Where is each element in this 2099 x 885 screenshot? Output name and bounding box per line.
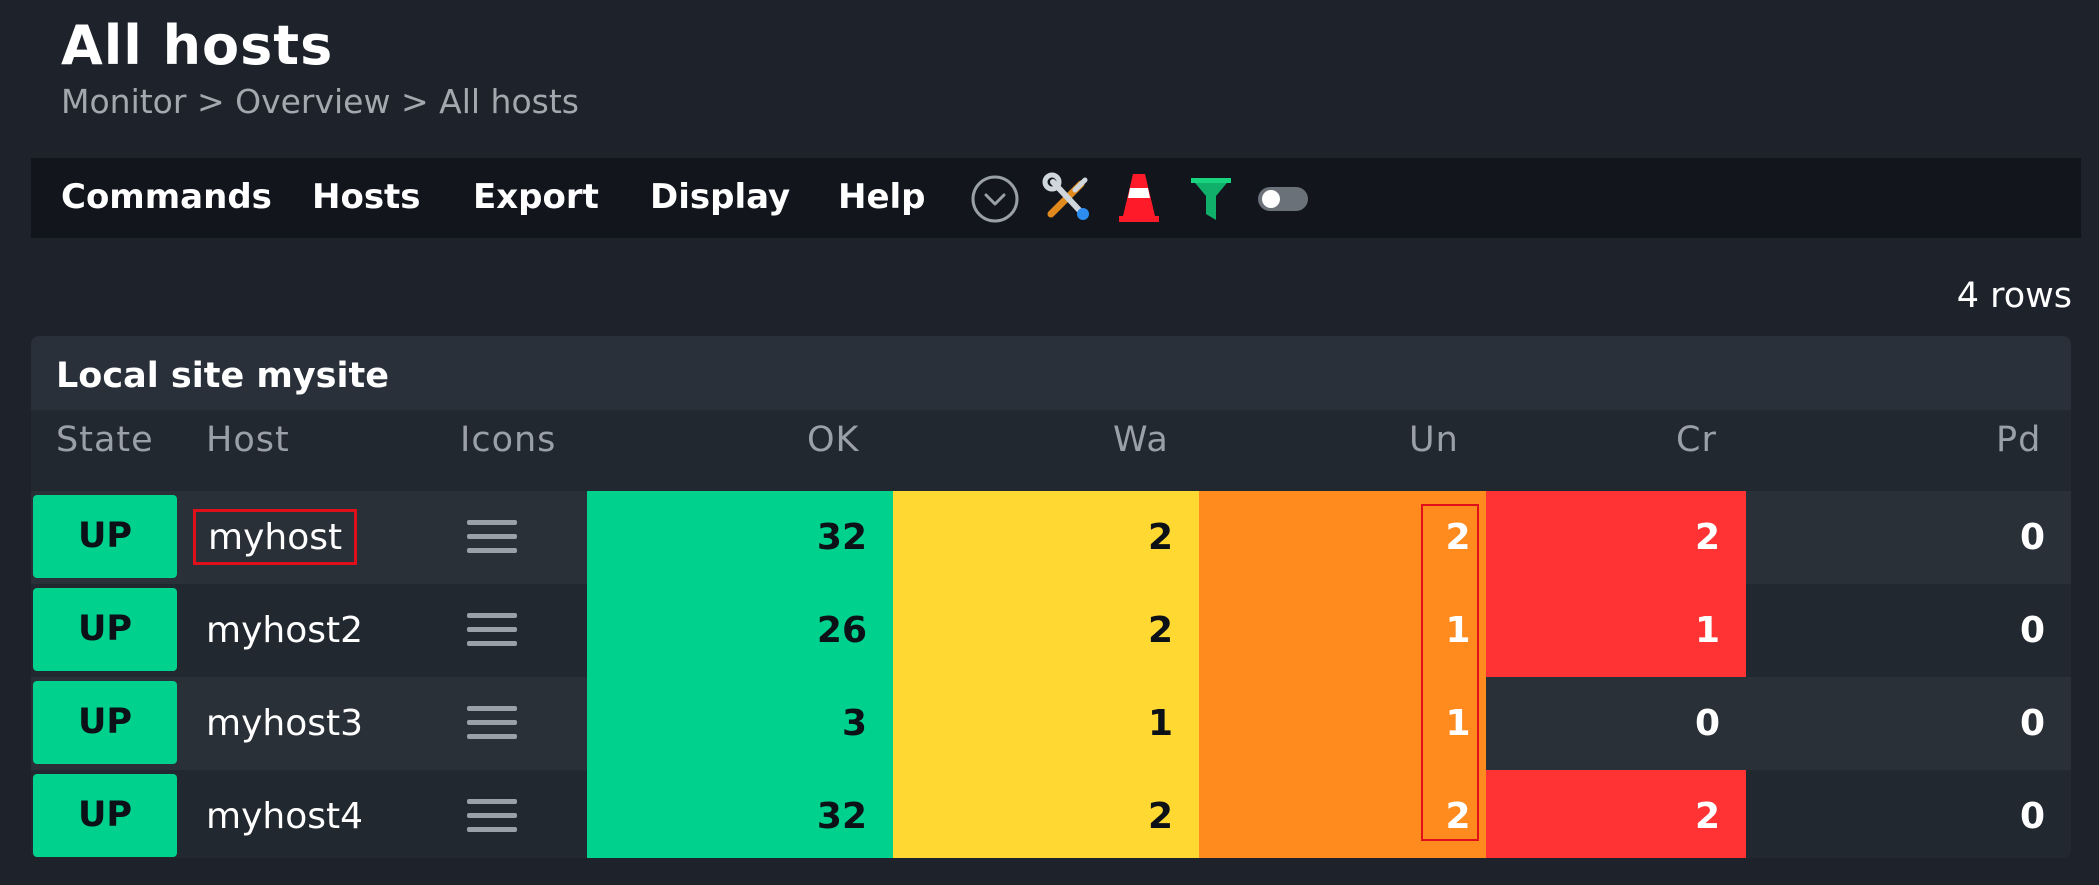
pending-count[interactable]: 0 [1746, 770, 2071, 858]
breadcrumb-monitor[interactable]: Monitor [61, 82, 186, 121]
row-count: 4 rows [1956, 276, 2072, 316]
traffic-cone-icon[interactable] [1117, 172, 1161, 224]
ok-count[interactable]: 32 [587, 770, 893, 858]
crit-count[interactable]: 2 [1486, 491, 1746, 584]
ok-count[interactable]: 32 [587, 491, 893, 584]
unknown-value: 2 [1445, 796, 1471, 837]
host-link[interactable]: myhost4 [206, 770, 363, 858]
menu-icon[interactable] [467, 797, 517, 835]
warn-count[interactable]: 1 [893, 677, 1199, 770]
unknown-count[interactable]: 1 [1199, 677, 1486, 770]
host-link[interactable]: myhost2 [206, 584, 363, 677]
column-header-unknown[interactable]: Un [1409, 420, 1459, 460]
column-header-crit[interactable]: Cr [1676, 420, 1717, 460]
menu-icon[interactable] [467, 611, 517, 649]
crit-count[interactable]: 0 [1486, 677, 1746, 770]
chevron-down-circle-icon[interactable] [970, 174, 1020, 224]
menu-display[interactable]: Display [650, 158, 790, 238]
state-badge[interactable]: UP [33, 774, 177, 857]
unknown-value: 1 [1445, 610, 1471, 651]
breadcrumb-all-hosts: All hosts [439, 82, 579, 121]
menu-icon[interactable] [467, 704, 517, 742]
ok-count[interactable]: 26 [587, 584, 893, 677]
warn-count[interactable]: 2 [893, 491, 1199, 584]
state-badge[interactable]: UP [33, 588, 177, 671]
pending-count[interactable]: 0 [1746, 491, 2071, 584]
table-row: UP myhost2 26 2 1 1 0 [31, 584, 2071, 677]
host-link[interactable]: myhost [193, 509, 358, 565]
pending-count[interactable]: 0 [1746, 584, 2071, 677]
crit-count[interactable]: 1 [1486, 584, 1746, 677]
state-badge[interactable]: UP [33, 681, 177, 764]
hosts-table: State Host Icons OK Wa Un Cr Pd UP myhos… [31, 410, 2071, 858]
column-header-warn[interactable]: Wa [1113, 420, 1169, 460]
menu-bar: Commands Hosts Export Display Help [31, 158, 2081, 238]
host-link[interactable]: myhost3 [206, 677, 363, 770]
menu-icon[interactable] [467, 518, 517, 556]
warn-count[interactable]: 2 [893, 770, 1199, 858]
pending-count[interactable]: 0 [1746, 677, 2071, 770]
unknown-count[interactable]: 2 [1199, 491, 1486, 584]
menu-commands[interactable]: Commands [61, 158, 272, 238]
unknown-count[interactable]: 1 [1199, 584, 1486, 677]
site-panel: Local site mysite State Host Icons OK Wa… [31, 336, 2071, 858]
unknown-value: 1 [1445, 703, 1471, 744]
column-header-icons: Icons [460, 420, 557, 460]
table-row: UP myhost 32 2 2 2 0 [31, 491, 2071, 584]
warn-count[interactable]: 2 [893, 584, 1199, 677]
column-header-ok[interactable]: OK [807, 420, 860, 460]
wrench-screwdriver-icon[interactable] [1041, 172, 1093, 224]
column-header-state[interactable]: State [56, 420, 154, 460]
unknown-value: 2 [1445, 517, 1471, 558]
breadcrumb: Monitor > Overview > All hosts [61, 82, 579, 121]
unknown-count[interactable]: 2 [1199, 770, 1486, 858]
column-header-host[interactable]: Host [206, 420, 290, 460]
breadcrumb-overview[interactable]: Overview [235, 82, 390, 121]
site-title: Local site mysite [56, 356, 389, 396]
filter-funnel-icon[interactable] [1189, 174, 1233, 224]
column-header-pending[interactable]: Pd [1996, 420, 2041, 460]
menu-export[interactable]: Export [473, 158, 599, 238]
ok-count[interactable]: 3 [587, 677, 893, 770]
table-row: UP myhost3 3 1 1 0 0 [31, 677, 2071, 770]
menu-help[interactable]: Help [838, 158, 926, 238]
state-badge[interactable]: UP [33, 495, 177, 578]
breadcrumb-separator: > [196, 82, 225, 121]
menu-hosts[interactable]: Hosts [312, 158, 421, 238]
breadcrumb-separator: > [400, 82, 429, 121]
table-row: UP myhost4 32 2 2 2 0 [31, 770, 2071, 858]
toggle-switch-icon[interactable] [1257, 184, 1311, 214]
page-title: All hosts [61, 14, 334, 77]
crit-count[interactable]: 2 [1486, 770, 1746, 858]
